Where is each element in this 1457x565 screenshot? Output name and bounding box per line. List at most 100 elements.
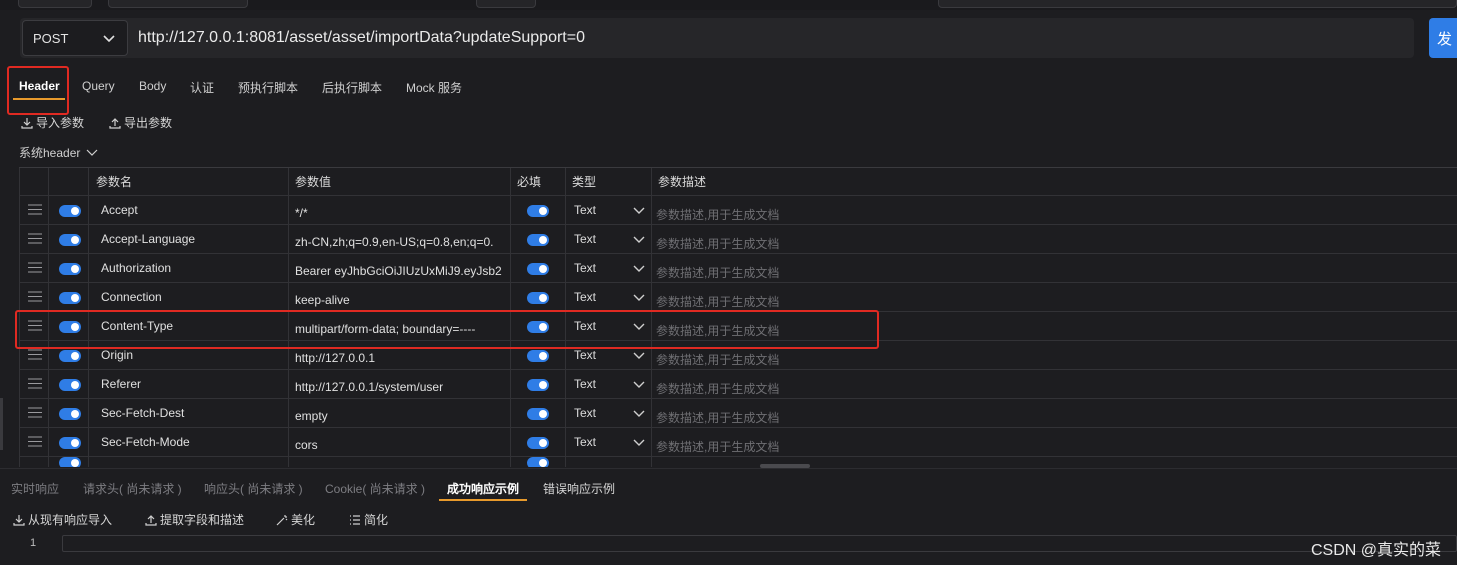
row-name-cell[interactable]: Referer — [89, 370, 289, 398]
table-row: Accept-Language zh-CN,zh;q=0.9,en-US;q=0.… — [19, 225, 1457, 254]
highlight-box-content-type — [15, 310, 879, 349]
row-name-cell[interactable]: Authorization — [89, 254, 289, 282]
tab-pre-script[interactable]: 预执行脚本 — [238, 79, 298, 96]
drag-handle-icon[interactable] — [28, 262, 42, 273]
row-required-cell — [511, 225, 566, 253]
type-select[interactable]: Text — [566, 225, 652, 253]
column-header-value: 参数值 — [289, 168, 511, 195]
beautify-button[interactable]: 美化 — [275, 511, 315, 528]
extract-fields-button[interactable]: 提取字段和描述 — [144, 511, 244, 528]
tab-cookie[interactable]: Cookie( 尚未请求 ) — [325, 480, 425, 497]
required-toggle[interactable] — [527, 205, 549, 217]
tab-realtime-response[interactable]: 实时响应 — [11, 480, 59, 497]
type-select[interactable]: Text — [566, 283, 652, 311]
row-desc-cell[interactable]: 参数描述,用于生成文档 — [652, 225, 1457, 253]
required-toggle[interactable] — [527, 437, 549, 449]
type-select[interactable]: Text — [566, 196, 652, 224]
watermark: CSDN @真实的菜 — [1310, 542, 1441, 559]
response-example-editor[interactable] — [62, 535, 1457, 552]
enabled-toggle[interactable] — [59, 457, 81, 467]
tab-auth[interactable]: 认证 — [190, 79, 214, 96]
row-desc-cell[interactable]: 参数描述,用于生成文档 — [652, 254, 1457, 282]
chevron-down-icon — [86, 149, 98, 156]
response-panel: 实时响应 请求头( 尚未请求 ) 响应头( 尚未请求 ) Cookie( 尚未请… — [0, 468, 1457, 565]
drag-handle-icon[interactable] — [28, 349, 42, 360]
enabled-toggle[interactable] — [59, 350, 81, 362]
required-toggle[interactable] — [527, 379, 549, 391]
drag-handle-icon[interactable] — [28, 436, 42, 447]
enabled-toggle[interactable] — [59, 205, 81, 217]
drag-handle-icon[interactable] — [28, 204, 42, 215]
type-select[interactable]: Text — [566, 428, 652, 456]
row-required-cell — [511, 196, 566, 224]
chevron-down-icon — [633, 265, 645, 272]
url-input[interactable]: http://127.0.0.1:8081/asset/asset/import… — [138, 29, 585, 47]
top-env-stub[interactable] — [476, 0, 536, 8]
row-drag-cell — [19, 457, 49, 467]
import-from-response-button[interactable]: 从现有响应导入 — [12, 511, 112, 528]
required-toggle[interactable] — [527, 457, 549, 467]
tab-request-headers[interactable]: 请求头( 尚未请求 ) — [83, 480, 182, 497]
row-drag-cell — [19, 370, 49, 398]
required-toggle[interactable] — [527, 350, 549, 362]
tab-body[interactable]: Body — [139, 79, 166, 93]
system-header-toggle[interactable]: 系统header — [19, 144, 98, 161]
chevron-down-icon — [633, 439, 645, 446]
drag-handle-icon[interactable] — [28, 291, 42, 302]
header-cell-toggle — [49, 168, 89, 195]
enabled-toggle[interactable] — [59, 263, 81, 275]
tab-response-headers[interactable]: 响应头( 尚未请求 ) — [204, 480, 303, 497]
simplify-button[interactable]: 简化 — [348, 511, 388, 528]
send-button[interactable]: 发 — [1429, 18, 1457, 58]
required-toggle[interactable] — [527, 263, 549, 275]
row-name-cell[interactable]: Sec-Fetch-Mode — [89, 428, 289, 456]
row-value-cell[interactable]: http://127.0.0.1/system/user — [289, 370, 511, 398]
tab-post-script[interactable]: 后执行脚本 — [322, 79, 382, 96]
row-desc-cell[interactable]: 参数描述,用于生成文档 — [652, 370, 1457, 398]
enabled-toggle[interactable] — [59, 234, 81, 246]
drag-handle-icon[interactable] — [28, 378, 42, 389]
required-toggle[interactable] — [527, 408, 549, 420]
enabled-toggle[interactable] — [59, 408, 81, 420]
row-value-cell[interactable]: Bearer eyJhbGciOiJIUzUxMiJ9.eyJsb2 — [289, 254, 511, 282]
top-tab-stub[interactable] — [18, 0, 92, 8]
enabled-toggle[interactable] — [59, 292, 81, 304]
export-params-button[interactable]: 导出参数 — [108, 114, 172, 131]
tab-error-example[interactable]: 错误响应示例 — [543, 480, 615, 497]
enabled-toggle[interactable] — [59, 437, 81, 449]
row-name-cell[interactable]: Accept-Language — [89, 225, 289, 253]
import-params-button[interactable]: 导入参数 — [20, 114, 84, 131]
type-select[interactable]: Text — [566, 254, 652, 282]
required-toggle[interactable] — [527, 292, 549, 304]
type-select[interactable]: Text — [566, 399, 652, 427]
row-value-cell[interactable]: keep-alive — [289, 283, 511, 311]
row-value-cell[interactable]: empty — [289, 399, 511, 427]
drag-handle-icon[interactable] — [28, 407, 42, 418]
row-value-cell[interactable]: cors — [289, 428, 511, 456]
row-name-cell[interactable]: Accept — [89, 196, 289, 224]
row-value-cell[interactable]: */* — [289, 196, 511, 224]
top-name-stub[interactable] — [108, 0, 248, 8]
param-type: Text — [574, 377, 597, 391]
row-desc-cell[interactable]: 参数描述,用于生成文档 — [652, 399, 1457, 427]
enabled-toggle[interactable] — [59, 379, 81, 391]
drag-handle-icon[interactable] — [28, 233, 42, 244]
param-type: Text — [574, 290, 597, 304]
tab-mock[interactable]: Mock 服务 — [406, 79, 462, 96]
row-name-cell[interactable]: Connection — [89, 283, 289, 311]
tab-query[interactable]: Query — [82, 79, 115, 93]
row-desc-cell[interactable]: 参数描述,用于生成文档 — [652, 428, 1457, 456]
param-name: Accept — [101, 203, 138, 217]
row-desc-cell[interactable]: 参数描述,用于生成文档 — [652, 196, 1457, 224]
highlight-box-header-tab — [7, 66, 69, 115]
row-toggle-cell — [49, 457, 89, 467]
tab-success-example[interactable]: 成功响应示例 — [447, 480, 519, 497]
type-select[interactable]: Text — [566, 370, 652, 398]
row-name-cell[interactable]: Sec-Fetch-Dest — [89, 399, 289, 427]
row-desc-cell[interactable]: 参数描述,用于生成文档 — [652, 283, 1457, 311]
row-value-cell[interactable]: zh-CN,zh;q=0.9,en-US;q=0.8,en;q=0. — [289, 225, 511, 253]
column-header-required: 必填 — [511, 168, 566, 195]
required-toggle[interactable] — [527, 234, 549, 246]
param-name: Connection — [101, 290, 162, 304]
method-select[interactable]: POST — [22, 20, 128, 56]
